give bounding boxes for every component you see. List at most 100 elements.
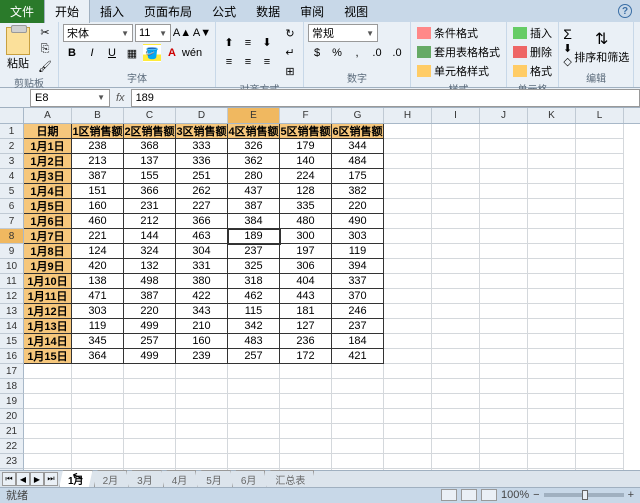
cell[interactable]: 300 [280, 229, 332, 244]
cell[interactable] [280, 364, 332, 379]
cell[interactable] [432, 379, 480, 394]
cell[interactable]: 197 [280, 244, 332, 259]
cell[interactable] [480, 124, 528, 139]
clear-icon[interactable]: ◇ [563, 55, 571, 68]
sheet-tab[interactable]: 4月 [163, 470, 197, 488]
cell[interactable] [332, 364, 384, 379]
cell[interactable]: 119 [72, 319, 124, 334]
cell[interactable] [24, 394, 72, 409]
copy-button[interactable]: ⎘ [36, 41, 54, 57]
cell[interactable]: 1月11日 [24, 289, 72, 304]
cell[interactable] [24, 379, 72, 394]
cell[interactable]: 127 [280, 319, 332, 334]
column-header-I[interactable]: I [432, 108, 480, 123]
sheet-tab[interactable]: 5月 [197, 470, 231, 488]
cell[interactable] [576, 154, 624, 169]
cell[interactable]: 1月7日 [24, 229, 72, 244]
cell[interactable]: 237 [332, 319, 384, 334]
cell[interactable] [72, 379, 124, 394]
column-header-H[interactable]: H [384, 108, 432, 123]
cell[interactable] [576, 214, 624, 229]
cell[interactable]: 344 [332, 139, 384, 154]
cell[interactable] [432, 394, 480, 409]
cell[interactable] [480, 394, 528, 409]
cell[interactable]: 172 [280, 349, 332, 364]
cell[interactable] [480, 169, 528, 184]
font-name-combo[interactable]: 宋体▼ [63, 24, 133, 42]
cell[interactable] [576, 334, 624, 349]
currency-button[interactable]: $ [308, 44, 326, 62]
cell[interactable] [576, 409, 624, 424]
cell[interactable] [432, 349, 480, 364]
cell[interactable] [332, 424, 384, 439]
cell[interactable] [528, 439, 576, 454]
cell[interactable]: 144 [124, 229, 176, 244]
cell[interactable] [576, 139, 624, 154]
row-header[interactable]: 7 [0, 214, 24, 229]
row-header[interactable]: 16 [0, 349, 24, 364]
row-header[interactable]: 21 [0, 424, 24, 439]
cell[interactable]: 362 [228, 154, 280, 169]
cell[interactable] [384, 139, 432, 154]
cell[interactable] [576, 244, 624, 259]
cell[interactable] [176, 379, 228, 394]
format-as-table-button[interactable]: 套用表格格式 [415, 43, 502, 61]
cell[interactable]: 140 [280, 154, 332, 169]
cell[interactable]: 3区销售额 [176, 124, 228, 139]
cell[interactable]: 499 [124, 319, 176, 334]
cell[interactable] [528, 154, 576, 169]
cell[interactable] [176, 364, 228, 379]
column-header-A[interactable]: A [24, 108, 72, 123]
cell[interactable]: 387 [228, 199, 280, 214]
cell[interactable] [384, 199, 432, 214]
cell[interactable] [384, 214, 432, 229]
cell[interactable]: 239 [176, 349, 228, 364]
cell[interactable] [384, 409, 432, 424]
paste-button[interactable]: 粘贴 [4, 25, 32, 73]
cell[interactable] [24, 454, 72, 469]
percent-button[interactable]: % [328, 44, 346, 62]
zoom-thumb[interactable] [582, 490, 588, 500]
cell[interactable] [384, 169, 432, 184]
cell[interactable] [528, 424, 576, 439]
cell[interactable] [480, 244, 528, 259]
normal-view-button[interactable] [441, 489, 457, 501]
cell[interactable] [280, 439, 332, 454]
cell[interactable]: 462 [228, 289, 280, 304]
row-header[interactable]: 10 [0, 259, 24, 274]
cell[interactable] [384, 364, 432, 379]
cell[interactable] [576, 319, 624, 334]
cell[interactable]: 128 [280, 184, 332, 199]
cell[interactable] [480, 229, 528, 244]
zoom-out-button[interactable]: − [533, 489, 539, 501]
cell[interactable] [432, 424, 480, 439]
wrap-text-button[interactable]: ↵ [281, 43, 299, 61]
cut-button[interactable]: ✂ [36, 24, 54, 40]
cell[interactable] [72, 439, 124, 454]
tab-data[interactable]: 数据 [246, 0, 290, 23]
grow-font-button[interactable]: A▲ [173, 24, 191, 42]
cell[interactable] [384, 184, 432, 199]
row-header[interactable]: 5 [0, 184, 24, 199]
cell[interactable] [528, 394, 576, 409]
cell[interactable] [480, 334, 528, 349]
cell[interactable] [576, 199, 624, 214]
cell[interactable]: 498 [124, 274, 176, 289]
cell[interactable] [432, 334, 480, 349]
cell[interactable] [24, 364, 72, 379]
cell[interactable] [528, 169, 576, 184]
column-header-K[interactable]: K [528, 108, 576, 123]
tab-nav-first[interactable]: ⏮ [2, 472, 16, 486]
tab-nav-next[interactable]: ▶ [30, 472, 44, 486]
cell[interactable] [480, 424, 528, 439]
cell[interactable]: 331 [176, 259, 228, 274]
cell[interactable]: 460 [72, 214, 124, 229]
font-size-combo[interactable]: 11▼ [135, 24, 171, 42]
cell[interactable]: 443 [280, 289, 332, 304]
cell[interactable] [576, 229, 624, 244]
tab-insert[interactable]: 插入 [90, 0, 134, 23]
cell[interactable]: 437 [228, 184, 280, 199]
row-header[interactable]: 12 [0, 289, 24, 304]
cell[interactable]: 490 [332, 214, 384, 229]
cell[interactable] [24, 439, 72, 454]
